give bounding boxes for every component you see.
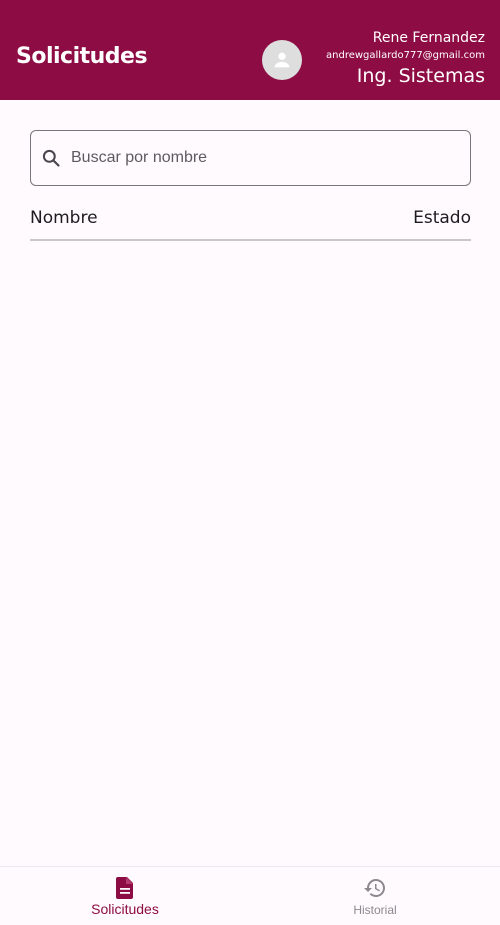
nav-item-solicitudes[interactable]: Solicitudes (0, 867, 250, 925)
user-department: Ing. Sistemas (356, 65, 485, 87)
nav-label-historial: Historial (353, 903, 397, 917)
app-bar: Solicitudes Rene Fernandez andrewgallard… (0, 0, 500, 100)
history-icon (363, 876, 387, 900)
user-email: andrewgallardo777@gmail.com (326, 50, 485, 61)
column-header-nombre: Nombre (30, 208, 98, 228)
bottom-navigation: Solicitudes Historial (0, 866, 500, 925)
person-icon (274, 52, 290, 68)
nav-item-historial[interactable]: Historial (250, 867, 500, 925)
document-icon (113, 876, 137, 900)
avatar[interactable] (262, 40, 302, 80)
search-input[interactable] (71, 149, 451, 167)
user-name: Rene Fernandez (372, 30, 485, 46)
column-header-estado: Estado (413, 208, 471, 228)
search-icon (40, 147, 62, 169)
page-title: Solicitudes (16, 44, 148, 69)
table-header: Nombre Estado (30, 208, 471, 241)
user-info: Rene Fernandez andrewgallardo777@gmail.c… (326, 29, 485, 88)
search-field[interactable] (30, 130, 471, 186)
nav-label-solicitudes: Solicitudes (91, 901, 159, 917)
